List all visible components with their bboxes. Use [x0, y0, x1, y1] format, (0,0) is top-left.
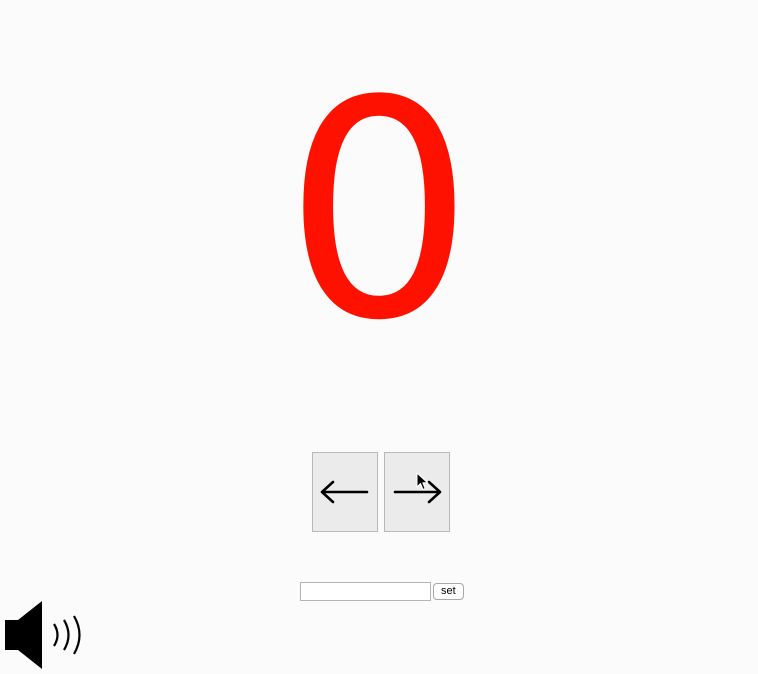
navigation-buttons: [312, 452, 450, 532]
set-button[interactable]: set: [433, 583, 464, 600]
right-arrow-icon: [393, 480, 442, 504]
next-button[interactable]: [384, 452, 450, 532]
prev-button[interactable]: [312, 452, 378, 532]
speaker-icon[interactable]: [4, 600, 86, 670]
counter-display: 0: [283, 37, 475, 386]
set-form: set: [300, 582, 464, 601]
set-value-input[interactable]: [300, 582, 431, 601]
left-arrow-icon: [320, 480, 369, 504]
